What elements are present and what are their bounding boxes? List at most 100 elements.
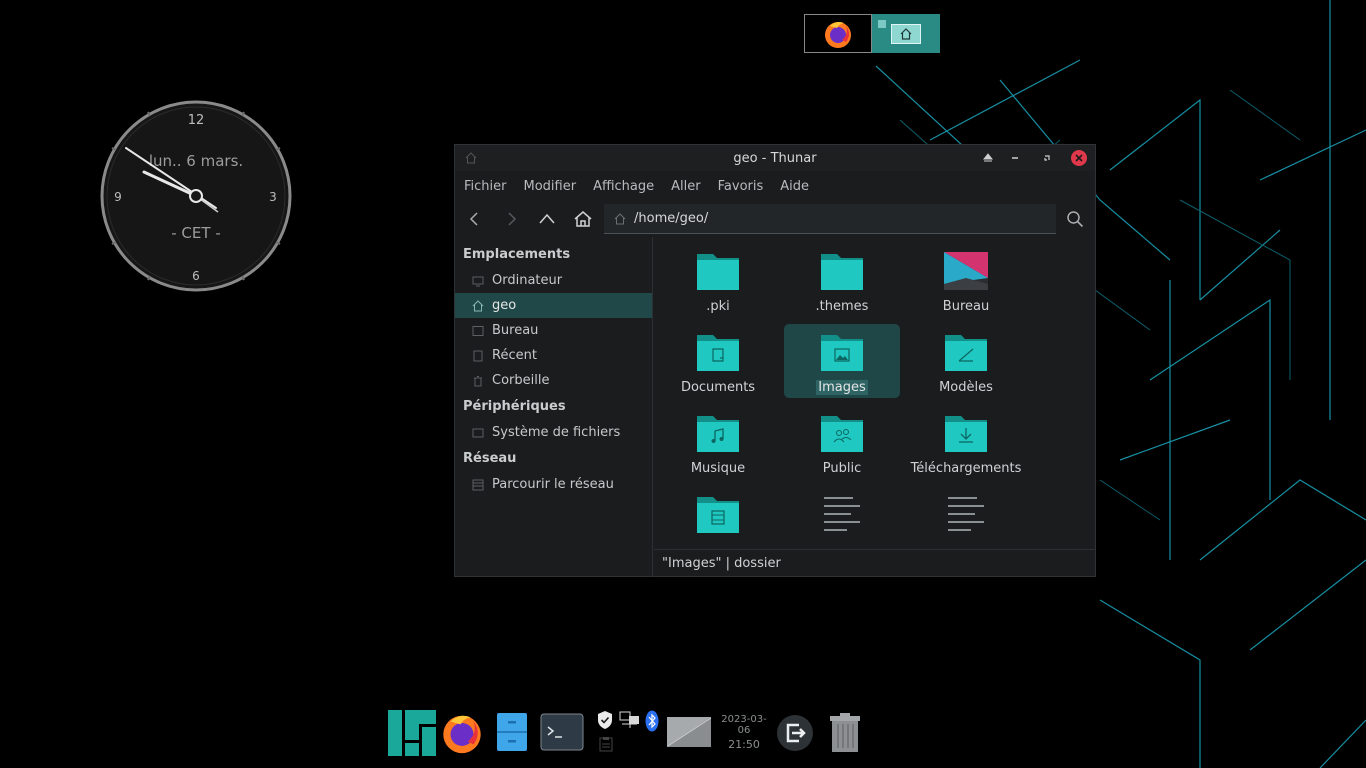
panel-time[interactable]: 21:50	[715, 738, 773, 751]
shield-icon[interactable]	[596, 710, 614, 730]
mini-window-marker	[878, 20, 886, 28]
file-label: Images	[816, 380, 868, 395]
logout-icon[interactable]	[776, 714, 814, 752]
clipboard-icon[interactable]	[599, 736, 613, 752]
sidebar-item-label: Récent	[492, 348, 537, 363]
videos-folder-icon	[697, 497, 739, 533]
file-item-bureau[interactable]: Bureau	[908, 243, 1024, 317]
back-button[interactable]	[463, 207, 487, 231]
menu-affichage[interactable]: Affichage	[593, 179, 654, 194]
parent-folder-button[interactable]	[535, 207, 559, 231]
file-label: Bureau	[942, 299, 990, 314]
workspace-1[interactable]	[804, 14, 872, 53]
home-icon	[900, 27, 912, 40]
public-folder-icon	[821, 416, 863, 452]
bluetooth-icon[interactable]	[645, 710, 659, 732]
file-item-videos[interactable]	[660, 486, 776, 549]
terminal-launcher-icon[interactable]	[540, 713, 584, 751]
network-icon	[472, 479, 484, 490]
menu-fichier[interactable]: Fichier	[464, 179, 507, 194]
text-file-icon	[948, 497, 984, 531]
file-item-musique[interactable]: Musique	[660, 405, 776, 479]
download-folder-icon	[945, 416, 987, 452]
sidebar-item-browse-network[interactable]: Parcourir le réseau	[455, 472, 652, 497]
dock-panel: 2023-03-06 21:50	[388, 708, 868, 760]
sidebar-item-bureau[interactable]: Bureau	[455, 318, 652, 343]
clock-date: lun.. 6 mars.	[149, 152, 243, 170]
workspace-pager	[804, 14, 940, 53]
clock-numeral-3: 3	[269, 190, 277, 204]
sidebar-item-label: geo	[492, 298, 517, 313]
shade-button[interactable]	[980, 150, 996, 166]
sidebar-item-label: Parcourir le réseau	[492, 477, 614, 492]
file-label: .pki	[706, 299, 730, 314]
file-item-documents[interactable]: Documents	[660, 324, 776, 398]
clock-numeral-6: 6	[192, 269, 200, 283]
minimize-icon	[1012, 157, 1018, 159]
trash-icon	[474, 375, 482, 386]
network-icon[interactable]	[619, 710, 641, 730]
manjaro-menu-icon[interactable]	[388, 710, 436, 756]
file-item-text-2[interactable]	[908, 486, 1024, 549]
search-button[interactable]	[1063, 207, 1087, 231]
file-label: Public	[822, 461, 862, 476]
chevron-up-icon	[539, 213, 555, 224]
menu-bar: Fichier Modifier Affichage Aller Favoris…	[455, 171, 1095, 201]
toolbar: /home/geo/	[455, 201, 1095, 237]
analog-clock-widget: 12 3 6 9 lun.. 6 mars. - CET -	[100, 100, 292, 292]
menu-aller[interactable]: Aller	[671, 179, 700, 194]
file-item-modeles[interactable]: Modèles	[908, 324, 1024, 398]
drive-icon	[472, 428, 484, 437]
sidebar-item-corbeille[interactable]: Corbeille	[455, 368, 652, 393]
sidebar-item-label: Corbeille	[492, 373, 550, 388]
firefox-launcher-icon[interactable]	[439, 710, 485, 756]
computer-icon	[472, 276, 484, 286]
sidebar-item-recent[interactable]: Récent	[455, 343, 652, 368]
sidebar-item-geo[interactable]: geo	[455, 293, 652, 318]
minimize-button[interactable]	[1007, 150, 1023, 166]
side-pane: Emplacements Ordinateur geo Bureau Récen…	[455, 237, 653, 577]
panel-date: 2023-03-06	[721, 714, 767, 736]
chevron-left-icon	[469, 212, 478, 226]
file-item-images[interactable]: Images	[784, 324, 900, 398]
music-folder-icon	[697, 416, 739, 452]
sidebar-item-label: Bureau	[492, 323, 539, 338]
recent-icon	[473, 350, 483, 361]
trash-icon[interactable]	[828, 712, 862, 754]
menu-aide[interactable]: Aide	[780, 179, 809, 194]
file-item-telechargements[interactable]: Téléchargements	[908, 405, 1024, 479]
menu-modifier[interactable]: Modifier	[524, 179, 577, 194]
mini-window-thunar	[891, 23, 921, 44]
sidebar-item-ordinateur[interactable]: Ordinateur	[455, 268, 652, 293]
title-bar[interactable]: geo - Thunar	[455, 145, 1095, 171]
desktop-preview-icon[interactable]	[666, 714, 712, 750]
status-text: "Images" | dossier	[662, 556, 781, 571]
folder-icon	[821, 254, 863, 290]
sidebar-item-filesystem[interactable]: Système de fichiers	[455, 420, 652, 445]
workspace-2[interactable]	[872, 14, 940, 53]
menu-favoris[interactable]: Favoris	[718, 179, 764, 194]
file-label: .themes	[815, 299, 869, 314]
file-manager-window: geo - Thunar Fichier Modifier Affichage …	[454, 144, 1096, 577]
sidebar-heading-devices: Périphériques	[463, 399, 566, 414]
chevron-right-icon	[508, 212, 517, 226]
file-item-text-1[interactable]	[784, 486, 900, 549]
search-icon	[1067, 211, 1084, 228]
location-bar[interactable]: /home/geo/	[604, 204, 1056, 234]
maximize-button[interactable]	[1039, 150, 1055, 166]
clock-numeral-9: 9	[114, 190, 122, 204]
file-label: Téléchargements	[910, 461, 1022, 476]
close-icon	[1075, 154, 1083, 162]
window-title: geo - Thunar	[733, 150, 817, 166]
file-manager-launcher-icon[interactable]	[496, 712, 528, 752]
forward-button[interactable]	[499, 207, 523, 231]
file-item-pki[interactable]: .pki	[660, 243, 776, 317]
close-button[interactable]	[1071, 150, 1087, 166]
home-button[interactable]	[571, 207, 595, 231]
file-item-public[interactable]: Public	[784, 405, 900, 479]
text-file-icon	[824, 497, 860, 531]
desktop-icon	[472, 325, 484, 336]
folder-icon	[697, 254, 739, 290]
file-item-themes[interactable]: .themes	[784, 243, 900, 317]
sidebar-heading-network: Réseau	[463, 451, 517, 466]
